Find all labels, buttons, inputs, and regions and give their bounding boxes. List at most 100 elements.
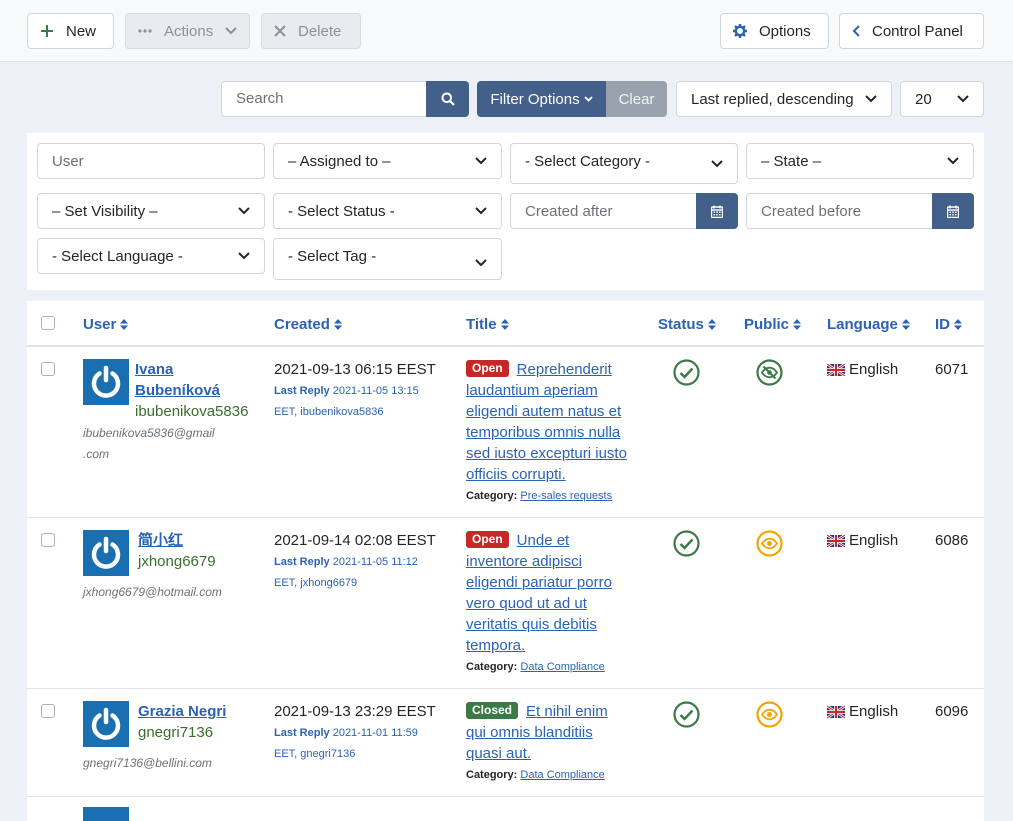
eye-icon[interactable]	[756, 530, 783, 562]
control-panel-label: Control Panel	[872, 22, 963, 40]
last-reply-label: Last Reply	[274, 556, 330, 568]
tickets-table: User Created Title Status Public Languag…	[27, 301, 984, 821]
language-column-label: Language	[827, 316, 898, 333]
category-link[interactable]: Data Compliance	[520, 661, 604, 673]
title-line: Et nihil enim	[526, 703, 608, 720]
ordering-select[interactable]: Last replied, descending	[676, 81, 892, 117]
control-panel-button[interactable]: Control Panel	[839, 13, 984, 49]
uk-flag-icon	[827, 534, 845, 547]
sort-user-header[interactable]: User	[83, 316, 129, 333]
ticket-category: Category: Pre-sales requests	[466, 488, 612, 504]
close-icon	[274, 25, 286, 37]
delete-label: Delete	[298, 22, 342, 40]
created-after-calendar-button[interactable]	[696, 193, 738, 229]
user-filter-input[interactable]: User	[37, 143, 265, 179]
select-all-checkbox[interactable]	[41, 316, 55, 330]
status-value: - Select Status -	[288, 202, 395, 220]
user-name-line: Ivana	[135, 361, 174, 378]
assigned-to-value: – Assigned to –	[288, 152, 391, 170]
limit-select[interactable]: 20	[900, 81, 984, 117]
chevron-down-icon	[238, 207, 250, 215]
row-checkbox[interactable]	[41, 704, 55, 718]
filter-panel: User – Assigned to – - Select Category -…	[27, 133, 984, 290]
status-badge: Open	[466, 360, 509, 377]
title-line: eligendi autem natus et	[466, 403, 622, 420]
user-name-link[interactable]: 简小红	[138, 530, 183, 551]
user-email: jxhong6679@hotmail.com	[83, 582, 222, 603]
last-reply: Last Reply 2021-11-05 11:12 EET, jxhong6…	[274, 552, 418, 594]
actions-button[interactable]: Actions	[125, 13, 250, 49]
clear-button[interactable]: Clear	[606, 81, 667, 117]
sort-icon	[333, 319, 342, 330]
language-cell: English	[827, 703, 898, 720]
category-link[interactable]: Data Compliance	[520, 769, 604, 781]
ticket-id: 6071	[935, 361, 969, 378]
language-cell: English	[827, 532, 898, 549]
chevron-down-icon	[583, 96, 593, 102]
last-reply-date: 2021-11-05 11:12	[332, 556, 418, 568]
search-placeholder: Search	[236, 90, 284, 107]
title-line: laudantium aperiam	[466, 382, 598, 399]
sort-icon	[707, 319, 716, 330]
search-button[interactable]	[426, 81, 469, 117]
eye-icon[interactable]	[756, 701, 783, 733]
language-value: - Select Language -	[52, 247, 183, 265]
title-line: sed iusto excepturi iusto	[466, 445, 627, 462]
new-button[interactable]: New	[27, 13, 114, 49]
user-name-link[interactable]: Grazia Negri	[138, 701, 226, 722]
category-link[interactable]: Pre-sales requests	[520, 490, 612, 502]
user-email-line: gnegri7136@bellini.com	[83, 756, 212, 770]
row-checkbox[interactable]	[41, 533, 55, 547]
sort-created-header[interactable]: Created	[274, 316, 342, 333]
status-column-label: Status	[658, 316, 704, 333]
created-date: 2021-09-14 02:08 EEST	[274, 532, 436, 549]
last-reply-date: 2021-11-01 11:59	[332, 727, 418, 739]
row-checkbox[interactable]	[41, 362, 55, 376]
created-before-calendar-button[interactable]	[932, 193, 974, 229]
category-select[interactable]: - Select Category -	[510, 143, 738, 184]
title-line: quasi aut.	[466, 745, 532, 762]
tag-select[interactable]: - Select Tag -	[273, 238, 502, 280]
category-label: Category:	[466, 661, 518, 673]
created-after-input[interactable]: Created after	[510, 193, 697, 229]
language-select[interactable]: - Select Language -	[37, 238, 265, 274]
sort-public-header[interactable]: Public	[744, 316, 802, 333]
ticket-title-link[interactable]: Closed Et nihil enim qui omnis blanditiis…	[466, 701, 646, 764]
ticket-title-link[interactable]: Open Unde et inventore adipisci eligendi …	[466, 530, 646, 656]
power-icon	[89, 536, 123, 570]
clear-label: Clear	[618, 90, 655, 108]
user-name-line: 简小红	[138, 532, 184, 549]
check-circle-icon[interactable]	[673, 530, 700, 562]
ticket-title-link[interactable]: Open Reprehenderit laudantium aperiam eli…	[466, 359, 646, 485]
sort-status-header[interactable]: Status	[658, 316, 716, 333]
sort-language-header[interactable]: Language	[827, 316, 910, 333]
check-circle-icon[interactable]	[673, 359, 700, 391]
delete-button[interactable]: Delete	[261, 13, 361, 49]
created-before-input[interactable]: Created before	[746, 193, 933, 229]
assigned-to-select[interactable]: – Assigned to –	[273, 143, 502, 179]
power-icon	[89, 707, 123, 741]
status-select[interactable]: - Select Status -	[273, 193, 502, 229]
id-column-label: ID	[935, 316, 950, 333]
category-value: - Select Category -	[525, 153, 651, 170]
visibility-select[interactable]: – Set Visibility –	[37, 193, 265, 229]
user-name-line: Bubeníková	[135, 382, 221, 399]
filter-options-button[interactable]: Filter Options	[477, 81, 606, 117]
user-name-link[interactable]: Ivana Bubeníková	[135, 359, 220, 401]
sort-id-header[interactable]: ID	[935, 316, 962, 333]
calendar-icon	[947, 205, 959, 218]
eye-slash-icon[interactable]	[756, 359, 783, 391]
search-input[interactable]: Search	[221, 81, 426, 117]
plus-icon	[40, 24, 54, 38]
check-circle-icon[interactable]	[673, 701, 700, 733]
options-button[interactable]: Options	[720, 13, 829, 49]
user-email: gnegri7136@bellini.com	[83, 753, 212, 774]
user-column-label: User	[83, 316, 117, 333]
state-select[interactable]: – State –	[746, 143, 974, 179]
sort-title-header[interactable]: Title	[466, 316, 509, 333]
title-line: temporibus omnis nulla	[466, 424, 621, 441]
visibility-value: – Set Visibility –	[52, 202, 158, 220]
last-reply: Last Reply 2021-11-05 13:15 EET, ibubeni…	[274, 381, 419, 423]
title-line: inventore adipisci	[466, 553, 582, 570]
language-name: English	[849, 532, 899, 549]
